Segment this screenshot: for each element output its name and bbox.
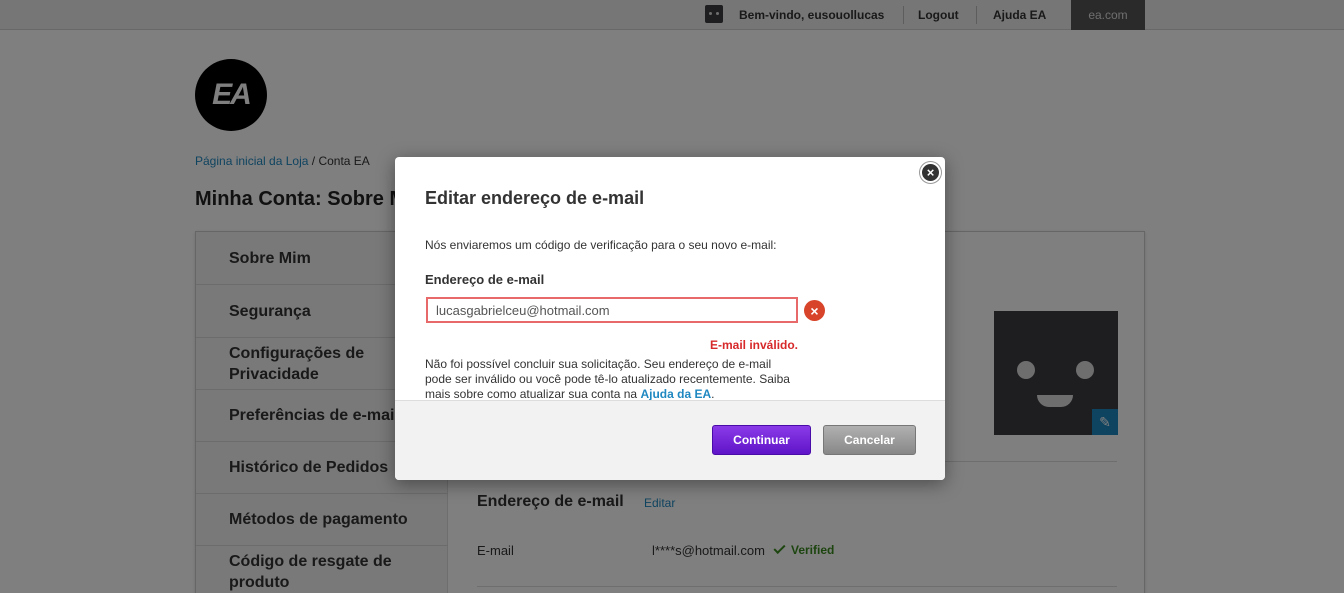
error-details-end: . bbox=[711, 387, 715, 401]
email-field[interactable] bbox=[426, 297, 798, 323]
email-field-label: Endereço de e-mail bbox=[425, 272, 545, 287]
error-message: E-mail inválido. bbox=[710, 338, 799, 352]
continue-button[interactable]: Continuar bbox=[712, 425, 811, 455]
error-details: Não foi possível concluir sua solicitaçã… bbox=[425, 357, 800, 402]
dialog-title: Editar endereço de e-mail bbox=[425, 188, 645, 208]
error-icon: × bbox=[804, 300, 825, 321]
ea-help-link[interactable]: Ajuda da EA bbox=[640, 387, 711, 401]
edit-email-dialog: × Editar endereço de e-mail Nós enviarem… bbox=[395, 157, 945, 480]
cancel-button[interactable]: Cancelar bbox=[823, 425, 916, 455]
dialog-footer: Continuar Cancelar bbox=[395, 400, 945, 480]
dialog-description: Nós enviaremos um código de verificação … bbox=[425, 238, 777, 252]
error-details-text: Não foi possível concluir sua solicitaçã… bbox=[425, 357, 790, 401]
close-icon[interactable]: × bbox=[920, 162, 941, 183]
